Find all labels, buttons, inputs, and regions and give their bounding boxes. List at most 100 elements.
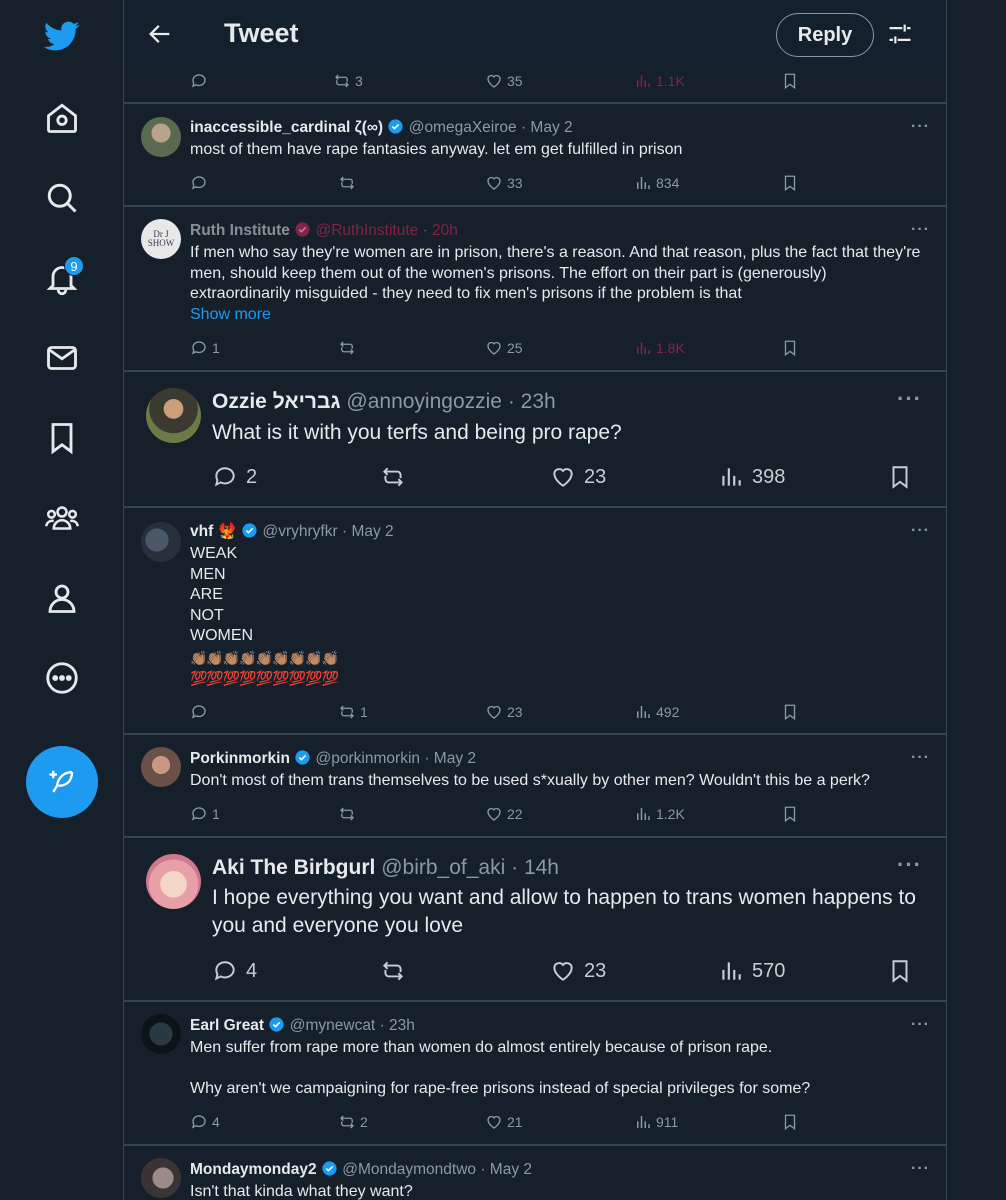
reply-tweet[interactable]: Dr J SHOW Ruth Institute @RuthInstitute ·… (124, 207, 946, 370)
retweet-action[interactable] (338, 174, 360, 192)
author-handle[interactable]: @omegaXeiroe (409, 119, 517, 136)
more-menu-icon[interactable]: ··· (911, 522, 930, 540)
communities-icon[interactable] (42, 498, 82, 538)
more-options-icon[interactable] (42, 658, 82, 698)
retweet-action[interactable] (380, 464, 414, 490)
views-action[interactable]: 1.8K (634, 339, 685, 357)
like-action[interactable]: 22 (485, 805, 523, 823)
author-handle[interactable]: @annoyingozzie (346, 390, 502, 413)
author-name[interactable]: Earl Great (190, 1017, 264, 1034)
author-name[interactable]: Ruth Institute (190, 222, 290, 239)
views-action[interactable]: 834 (634, 174, 679, 192)
reply-action[interactable]: 4 (212, 958, 257, 984)
retweet-action[interactable] (338, 805, 360, 823)
retweet-action[interactable]: 3 (333, 72, 363, 90)
views-action[interactable]: 911 (634, 1113, 678, 1131)
author-handle[interactable]: @RuthInstitute (316, 222, 419, 239)
bookmark-action[interactable] (781, 339, 803, 357)
more-menu-icon[interactable]: ··· (897, 852, 922, 878)
like-action[interactable]: 23 (550, 958, 606, 984)
twitter-logo-icon[interactable] (42, 16, 82, 56)
bookmark-action[interactable] (781, 72, 803, 90)
avatar[interactable] (141, 747, 181, 787)
more-menu-icon[interactable]: ··· (911, 749, 930, 767)
profile-icon[interactable] (42, 578, 82, 618)
retweet-action[interactable]: 1 (338, 703, 368, 721)
author-name[interactable]: Ozzie גבריאל (212, 390, 341, 413)
avatar[interactable] (146, 388, 201, 443)
reply-action[interactable] (190, 174, 212, 192)
reply-button[interactable]: Reply (776, 13, 874, 57)
reply-tweet[interactable]: Porkinmorkin @porkinmorkin · May 2 ··· D… (124, 735, 946, 836)
author-handle[interactable]: @porkinmorkin (316, 750, 420, 767)
author-name[interactable]: Mondaymonday2 (190, 1161, 317, 1178)
bookmark-action[interactable] (781, 703, 803, 721)
reply-tweet[interactable]: Earl Great @mynewcat · 23h ··· Men suffe… (124, 1002, 946, 1144)
author-handle[interactable]: @birb_of_aki (381, 856, 505, 879)
show-more-link[interactable]: Show more (190, 305, 930, 326)
retweet-action[interactable] (338, 339, 360, 357)
author-handle[interactable]: @Mondaymondtwo (342, 1161, 476, 1178)
bookmark-action[interactable] (781, 805, 803, 823)
views-action[interactable]: 492 (634, 703, 679, 721)
avatar[interactable] (146, 854, 201, 909)
more-menu-icon[interactable]: ··· (911, 1016, 930, 1034)
views-action[interactable]: 1.1K (634, 72, 685, 90)
avatar[interactable] (141, 1158, 181, 1198)
reply-action[interactable]: 2 (212, 464, 257, 490)
like-action[interactable]: 33 (485, 174, 523, 192)
like-action[interactable]: 35 (485, 72, 523, 90)
like-action[interactable]: 21 (485, 1113, 523, 1131)
tweet-time[interactable]: 23h (389, 1017, 415, 1034)
more-menu-icon[interactable]: ··· (897, 386, 922, 412)
avatar[interactable] (141, 522, 181, 562)
avatar[interactable] (141, 117, 181, 157)
author-name[interactable]: vhf (190, 523, 213, 540)
author-name[interactable]: Porkinmorkin (190, 750, 290, 767)
author-handle[interactable]: @mynewcat (290, 1017, 376, 1034)
views-action[interactable]: 570 (718, 958, 785, 984)
bookmarks-icon[interactable] (42, 418, 82, 458)
more-menu-icon[interactable]: ··· (911, 221, 930, 239)
reply-tweet-large[interactable]: Aki The Birbgurl @birb_of_aki · 14h ··· … (124, 838, 946, 1000)
bookmark-action[interactable] (781, 174, 803, 192)
author-name[interactable]: Aki The Birbgurl (212, 856, 375, 879)
tweet-time[interactable]: May 2 (490, 1161, 532, 1178)
more-menu-icon[interactable]: ··· (911, 118, 930, 136)
tweet-time[interactable]: May 2 (434, 750, 476, 767)
tweet-time[interactable]: 20h (432, 222, 458, 239)
views-action[interactable]: 398 (718, 464, 785, 490)
retweet-action[interactable]: 2 (338, 1113, 368, 1131)
compose-tweet-button[interactable] (26, 746, 98, 818)
more-menu-icon[interactable]: ··· (911, 1160, 930, 1178)
like-action[interactable]: 25 (485, 339, 523, 357)
back-arrow-icon[interactable] (146, 20, 174, 48)
views-action[interactable]: 1.2K (634, 805, 685, 823)
author-name[interactable]: inaccessible_cardinal ζ(∞) (190, 119, 383, 136)
messages-icon[interactable] (42, 338, 82, 378)
reply-action[interactable]: 4 (190, 1113, 220, 1131)
reply-action[interactable] (190, 703, 212, 721)
tweet-time[interactable]: May 2 (530, 119, 572, 136)
bookmark-action[interactable] (781, 1113, 803, 1131)
bookmark-action[interactable] (887, 464, 921, 490)
sliders-icon[interactable] (886, 20, 914, 48)
tweet-time[interactable]: May 2 (351, 523, 393, 540)
reply-action[interactable]: 1 (190, 339, 220, 357)
avatar[interactable]: Dr J SHOW (141, 219, 181, 259)
reply-action[interactable]: 1 (190, 805, 220, 823)
like-action[interactable]: 23 (550, 464, 606, 490)
author-handle[interactable]: @vryhryfkr (263, 523, 338, 540)
tweet-time[interactable]: 23h (521, 390, 556, 413)
bookmark-action[interactable] (887, 958, 921, 984)
reply-tweet[interactable]: inaccessible_cardinal ζ(∞) @omegaXeiroe … (124, 104, 946, 206)
like-action[interactable]: 23 (485, 703, 523, 721)
reply-tweet[interactable]: Mondaymonday2 @Mondaymondtwo · May 2 ···… (124, 1146, 946, 1200)
avatar[interactable] (141, 1014, 181, 1054)
retweet-action[interactable] (380, 958, 414, 984)
reply-tweet-large[interactable]: Ozzie גבריאל @annoyingozzie · 23h ··· Wh… (124, 372, 946, 506)
reply-action[interactable] (190, 72, 212, 90)
tweet-time[interactable]: 14h (524, 856, 559, 879)
reply-tweet[interactable]: vhf 🐦‍🔥 @vryhryfkr · May 2 ··· WEAK MEN … (124, 508, 946, 733)
search-icon[interactable] (42, 178, 82, 218)
